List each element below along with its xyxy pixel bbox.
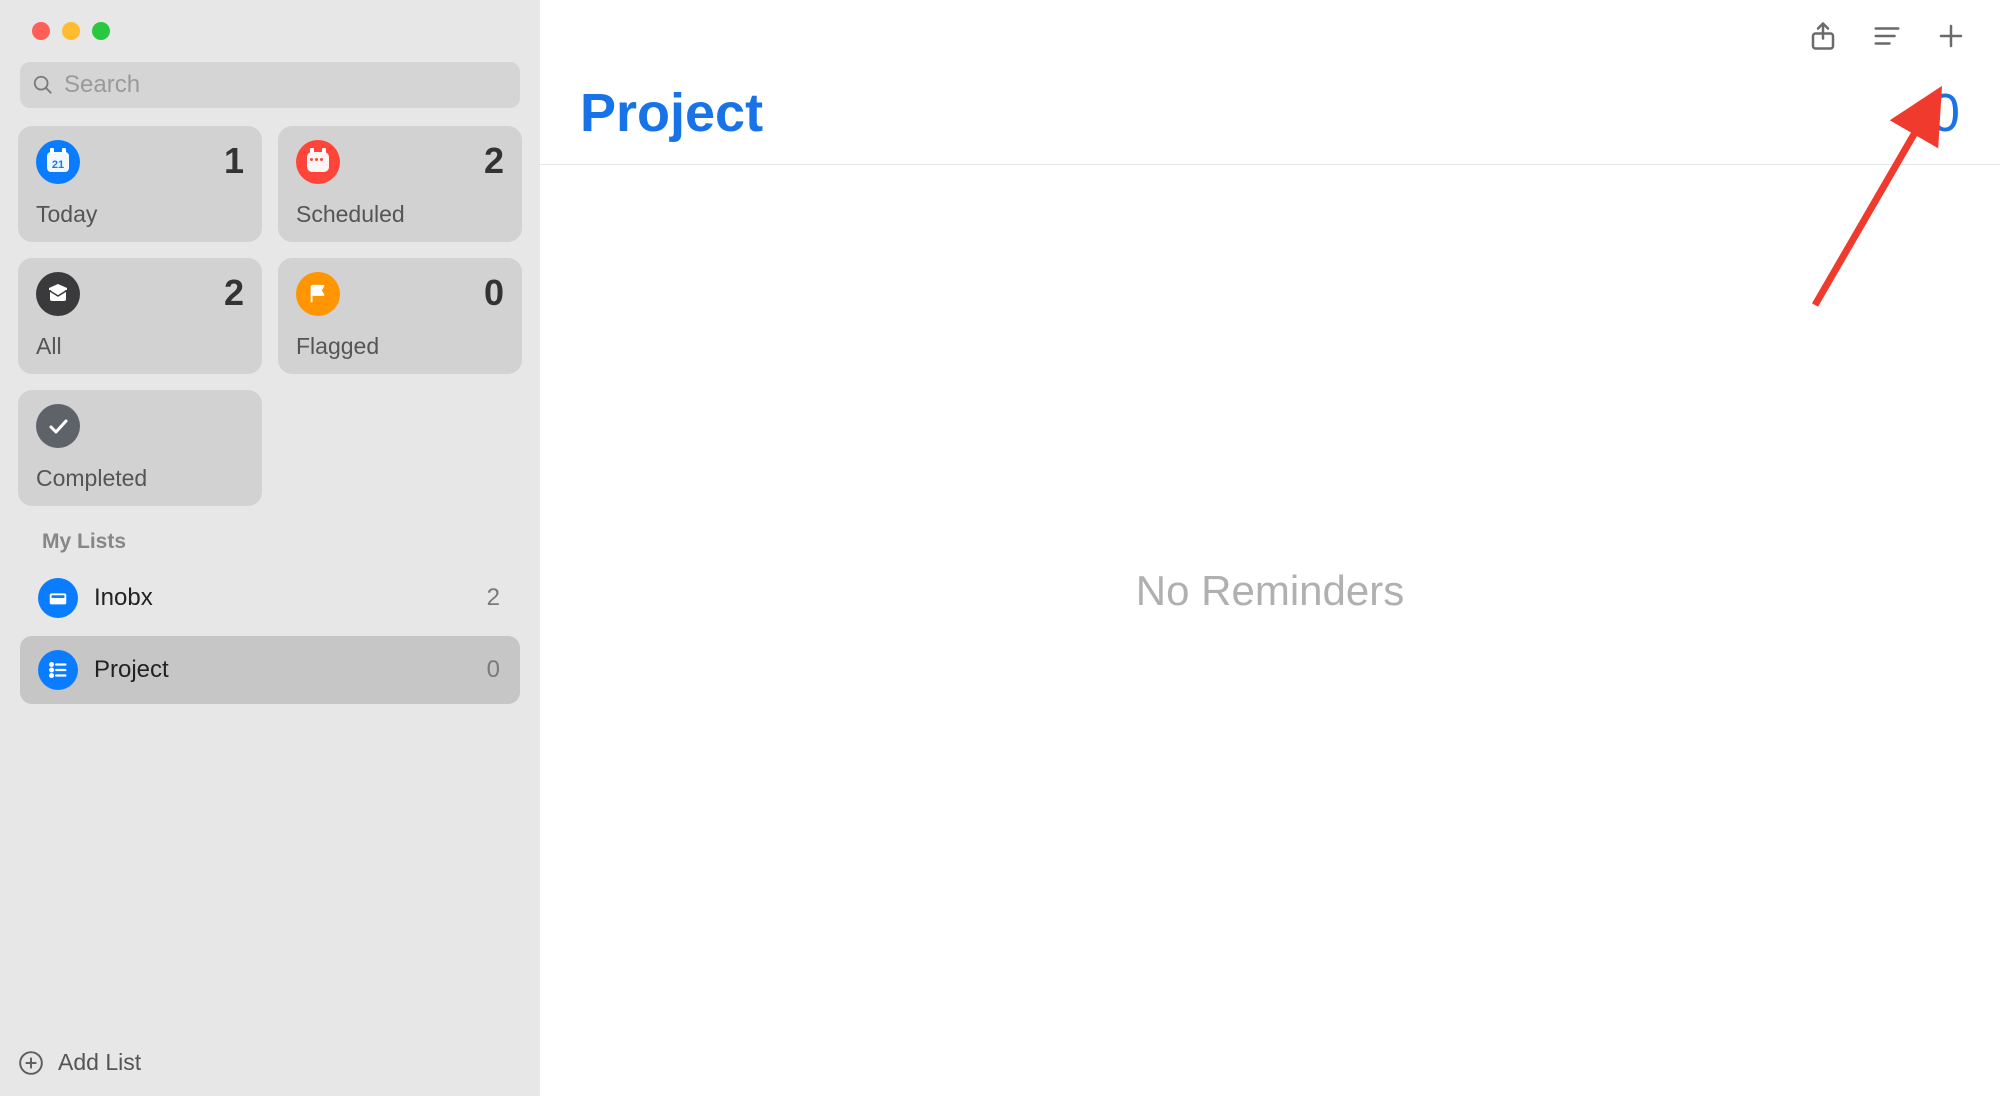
card-flagged[interactable]: 0 Flagged <box>278 258 522 374</box>
flagged-icon <box>296 272 340 316</box>
add-reminder-icon[interactable] <box>1936 21 1966 51</box>
all-count: 2 <box>224 272 244 314</box>
empty-state: No Reminders <box>540 165 2000 1096</box>
search-icon <box>32 74 54 96</box>
list-row-project[interactable]: Project 0 <box>20 636 520 704</box>
share-icon[interactable] <box>1808 21 1838 51</box>
today-count: 1 <box>224 140 244 182</box>
card-scheduled[interactable]: 2 Scheduled <box>278 126 522 242</box>
card-today[interactable]: 21 1 Today <box>18 126 262 242</box>
fullscreen-window-button[interactable] <box>92 22 110 40</box>
all-icon <box>36 272 80 316</box>
card-completed[interactable]: Completed <box>18 390 262 506</box>
empty-state-text: No Reminders <box>1136 567 1404 615</box>
list-row-inbox[interactable]: Inobx 2 <box>20 564 520 632</box>
list-reminder-count: 0 <box>1930 82 1960 144</box>
flagged-count: 0 <box>484 272 504 314</box>
window-controls <box>0 0 540 40</box>
search-input[interactable] <box>64 71 508 99</box>
toolbar <box>540 0 2000 72</box>
all-label: All <box>36 333 244 360</box>
add-list-icon <box>18 1050 44 1076</box>
close-window-button[interactable] <box>32 22 50 40</box>
main-content: Project 0 No Reminders <box>540 0 2000 1096</box>
today-icon: 21 <box>36 140 80 184</box>
scheduled-icon <box>296 140 340 184</box>
view-options-icon[interactable] <box>1872 21 1902 51</box>
list-count: 2 <box>487 584 500 612</box>
today-label: Today <box>36 201 244 228</box>
my-lists-header: My Lists <box>0 506 540 564</box>
add-list-label: Add List <box>58 1049 141 1076</box>
list-title: Project <box>580 82 763 144</box>
list-name: Inobx <box>94 584 487 612</box>
scheduled-count: 2 <box>484 140 504 182</box>
main-header: Project 0 <box>540 72 2000 165</box>
completed-icon <box>36 404 80 448</box>
card-all[interactable]: 2 All <box>18 258 262 374</box>
minimize-window-button[interactable] <box>62 22 80 40</box>
search-box[interactable] <box>20 62 520 108</box>
sidebar: 21 1 Today 2 Scheduled <box>0 0 540 1096</box>
flagged-label: Flagged <box>296 333 504 360</box>
list-count: 0 <box>487 656 500 684</box>
list-name: Project <box>94 656 487 684</box>
scheduled-label: Scheduled <box>296 201 504 228</box>
add-list-button[interactable]: Add List <box>0 1029 540 1096</box>
inbox-list-icon <box>38 578 78 618</box>
completed-label: Completed <box>36 465 244 492</box>
project-list-icon <box>38 650 78 690</box>
smart-lists: 21 1 Today 2 Scheduled <box>0 108 540 506</box>
